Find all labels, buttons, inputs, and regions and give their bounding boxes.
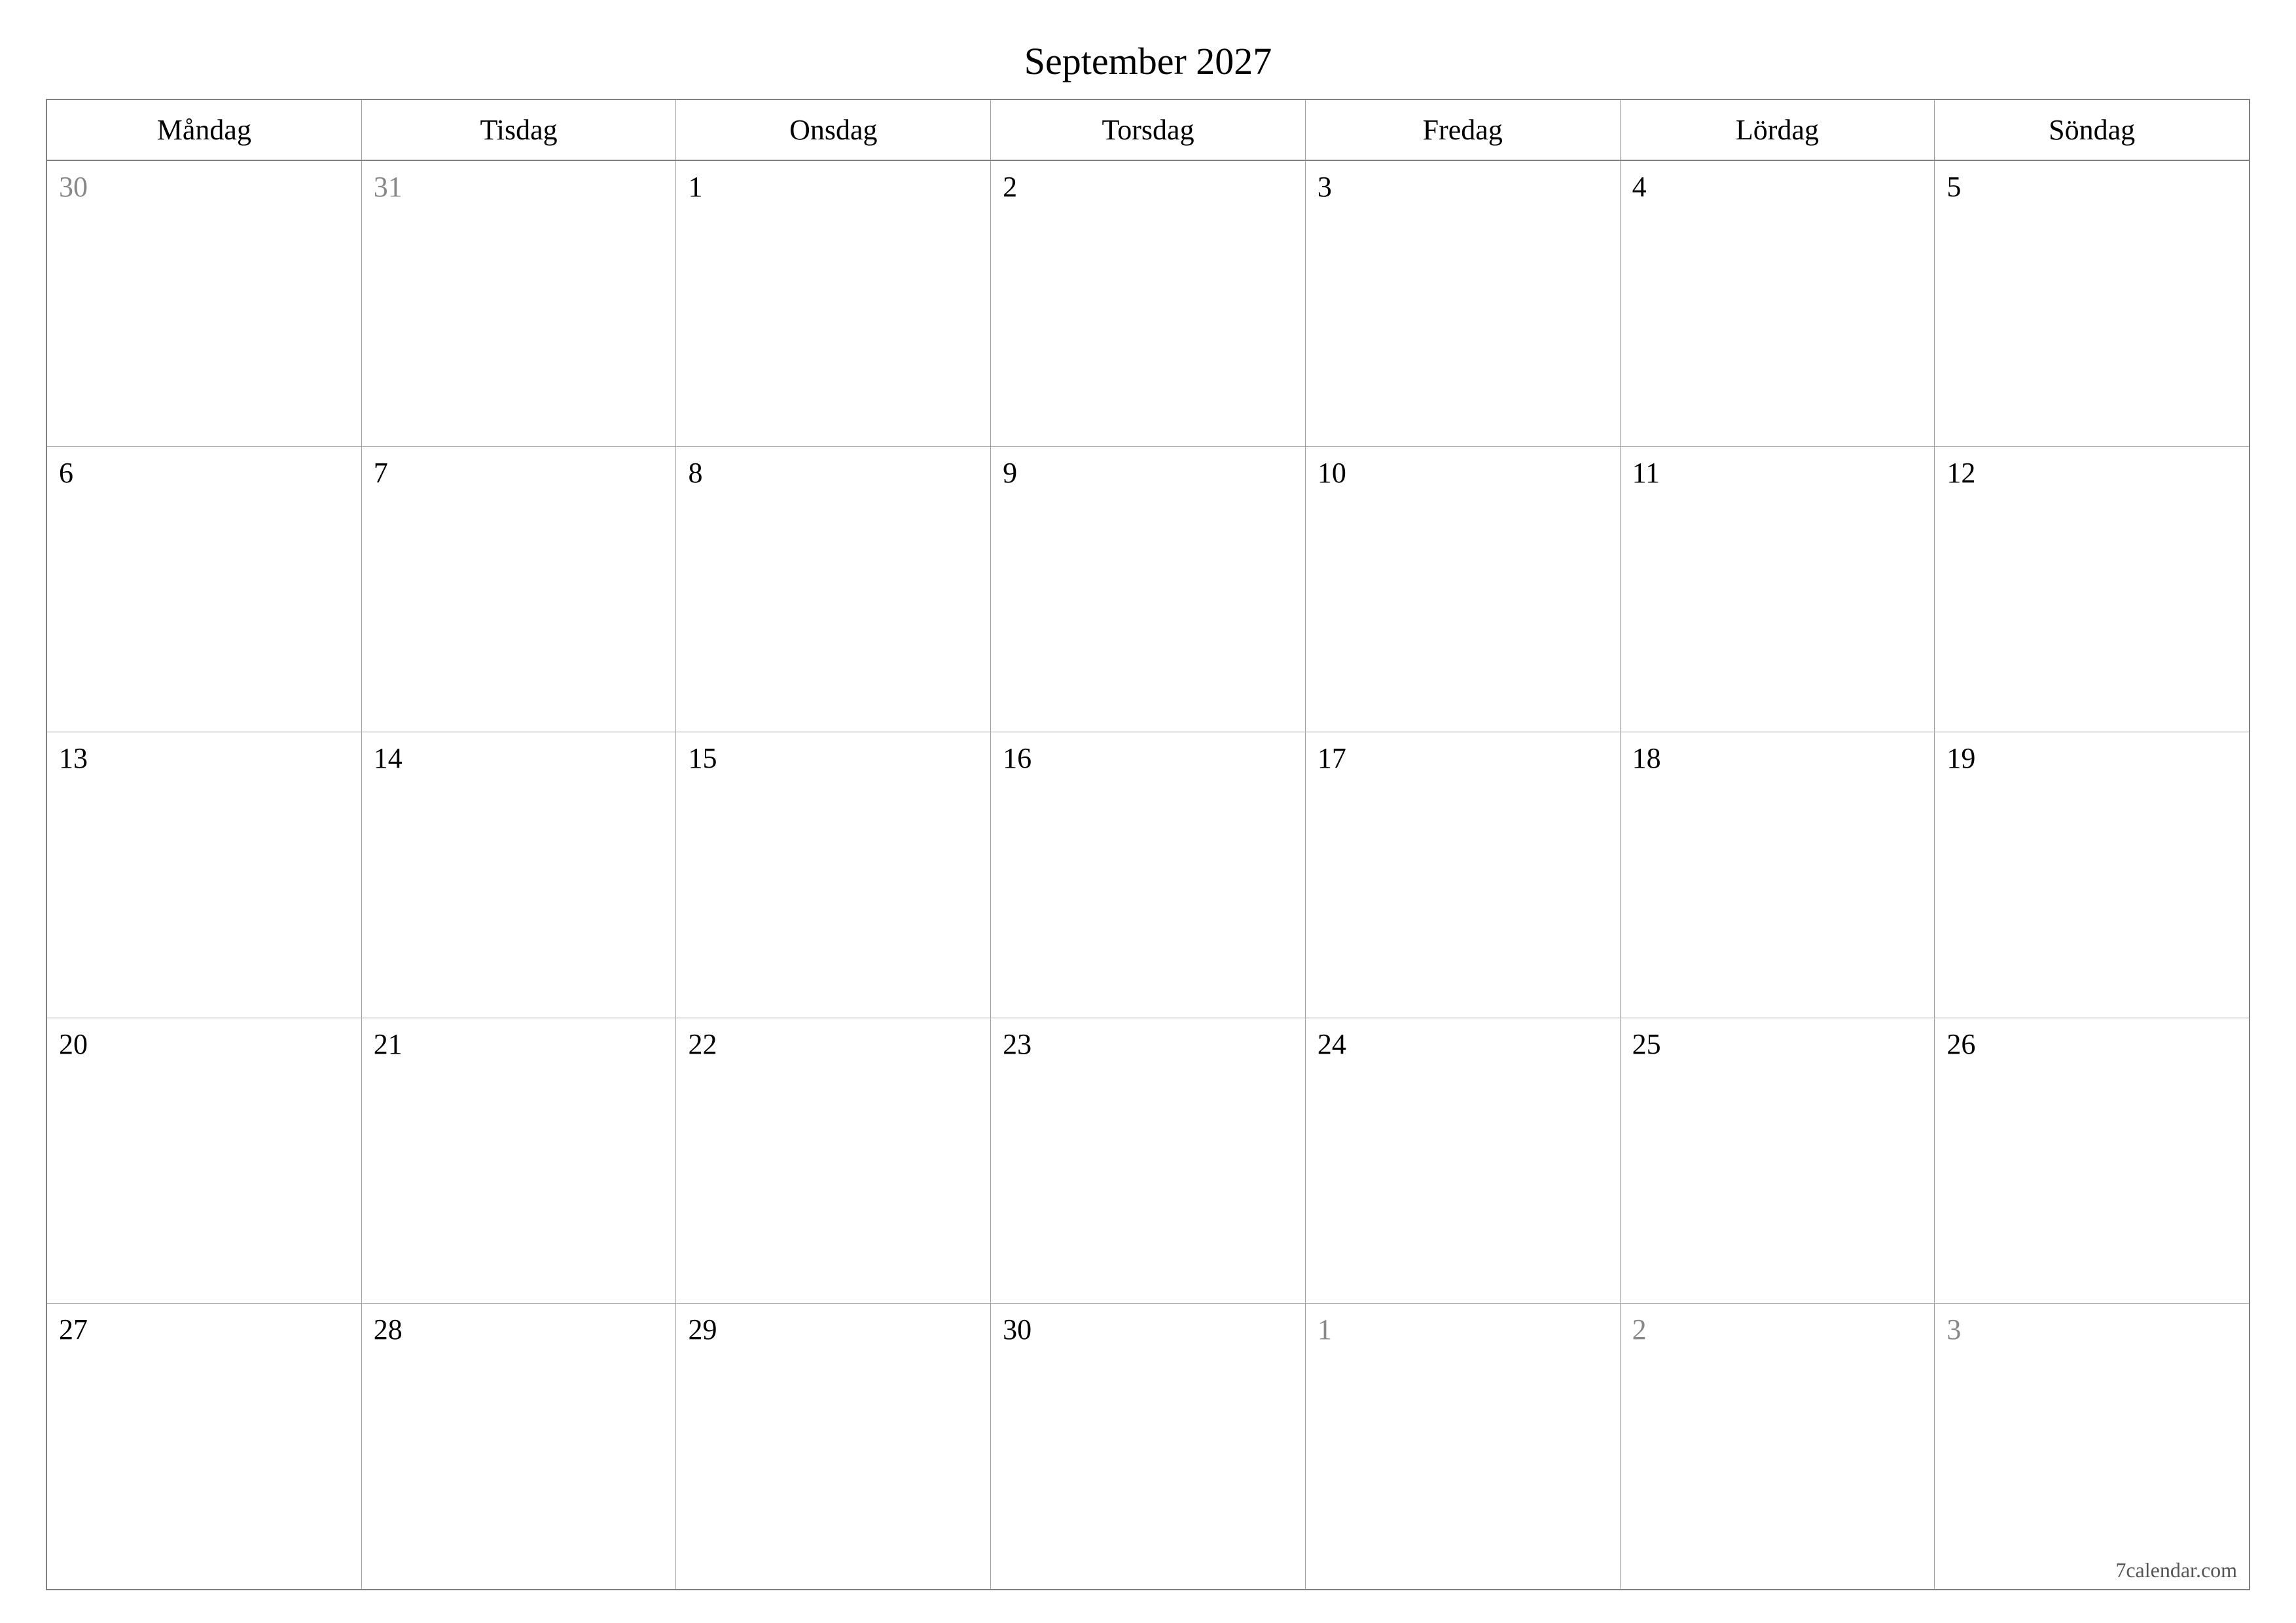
day-number: 8 — [688, 457, 702, 489]
day-cell: 23 — [991, 1018, 1306, 1304]
day-number: 10 — [1318, 457, 1346, 489]
day-number: 31 — [374, 171, 403, 203]
day-number: 4 — [1632, 171, 1647, 203]
day-cell: 9 — [991, 447, 1306, 732]
weekday-header: Onsdag — [676, 100, 991, 160]
day-cell: 29 — [676, 1304, 991, 1589]
day-cell: 4 — [1621, 161, 1935, 446]
day-cell: 18 — [1621, 732, 1935, 1018]
day-number: 19 — [1946, 742, 1975, 774]
footer-credit: 7calendar.com — [2115, 1558, 2237, 1582]
day-cell: 3 7calendar.com — [1935, 1304, 2249, 1589]
day-cell: 13 — [47, 732, 362, 1018]
day-cell: 12 — [1935, 447, 2249, 732]
day-number: 12 — [1946, 457, 1975, 489]
day-cell: 17 — [1306, 732, 1621, 1018]
day-number: 28 — [374, 1313, 403, 1346]
day-number: 16 — [1003, 742, 1031, 774]
day-cell: 2 — [991, 161, 1306, 446]
day-number: 5 — [1946, 171, 1961, 203]
day-cell: 25 — [1621, 1018, 1935, 1304]
day-cell: 11 — [1621, 447, 1935, 732]
day-cell: 30 — [47, 161, 362, 446]
day-number: 30 — [59, 171, 88, 203]
day-cell: 8 — [676, 447, 991, 732]
day-number: 2 — [1003, 171, 1017, 203]
day-cell: 6 — [47, 447, 362, 732]
calendar-title: September 2027 — [46, 39, 2250, 83]
day-cell: 24 — [1306, 1018, 1621, 1304]
day-number: 14 — [374, 742, 403, 774]
day-cell: 28 — [362, 1304, 677, 1589]
weekday-header-row: Måndag Tisdag Onsdag Torsdag Fredag Lörd… — [47, 100, 2249, 161]
day-cell: 1 — [676, 161, 991, 446]
day-number: 1 — [688, 171, 702, 203]
day-number: 3 — [1318, 171, 1332, 203]
weekday-header: Lördag — [1621, 100, 1935, 160]
calendar-grid: Måndag Tisdag Onsdag Torsdag Fredag Lörd… — [46, 99, 2250, 1590]
day-number: 29 — [688, 1313, 717, 1346]
day-number: 3 — [1946, 1313, 1961, 1346]
day-number: 24 — [1318, 1028, 1346, 1060]
day-cell: 21 — [362, 1018, 677, 1304]
weekday-header: Fredag — [1306, 100, 1621, 160]
day-cell: 20 — [47, 1018, 362, 1304]
week-row: 13 14 15 16 17 18 19 — [47, 732, 2249, 1018]
week-row: 30 31 1 2 3 4 5 — [47, 161, 2249, 447]
day-number: 7 — [374, 457, 388, 489]
day-number: 9 — [1003, 457, 1017, 489]
week-row: 27 28 29 30 1 2 3 7calendar.com — [47, 1304, 2249, 1589]
weekday-header: Torsdag — [991, 100, 1306, 160]
day-number: 15 — [688, 742, 717, 774]
weekday-header: Tisdag — [362, 100, 677, 160]
day-cell: 31 — [362, 161, 677, 446]
day-number: 27 — [59, 1313, 88, 1346]
day-cell: 30 — [991, 1304, 1306, 1589]
day-cell: 7 — [362, 447, 677, 732]
day-cell: 5 — [1935, 161, 2249, 446]
week-row: 20 21 22 23 24 25 26 — [47, 1018, 2249, 1304]
day-number: 23 — [1003, 1028, 1031, 1060]
day-cell: 15 — [676, 732, 991, 1018]
day-cell: 10 — [1306, 447, 1621, 732]
day-cell: 19 — [1935, 732, 2249, 1018]
weekday-header: Söndag — [1935, 100, 2249, 160]
day-number: 6 — [59, 457, 73, 489]
day-number: 21 — [374, 1028, 403, 1060]
day-cell: 1 — [1306, 1304, 1621, 1589]
day-number: 22 — [688, 1028, 717, 1060]
day-cell: 3 — [1306, 161, 1621, 446]
weekday-header: Måndag — [47, 100, 362, 160]
day-number: 30 — [1003, 1313, 1031, 1346]
day-number: 20 — [59, 1028, 88, 1060]
day-number: 26 — [1946, 1028, 1975, 1060]
day-number: 18 — [1632, 742, 1661, 774]
day-number: 13 — [59, 742, 88, 774]
day-cell: 27 — [47, 1304, 362, 1589]
day-number: 17 — [1318, 742, 1346, 774]
day-cell: 14 — [362, 732, 677, 1018]
day-number: 2 — [1632, 1313, 1647, 1346]
day-cell: 26 — [1935, 1018, 2249, 1304]
week-row: 6 7 8 9 10 11 12 — [47, 447, 2249, 733]
day-cell: 16 — [991, 732, 1306, 1018]
day-number: 1 — [1318, 1313, 1332, 1346]
day-cell: 22 — [676, 1018, 991, 1304]
day-cell: 2 — [1621, 1304, 1935, 1589]
day-number: 11 — [1632, 457, 1660, 489]
day-number: 25 — [1632, 1028, 1661, 1060]
